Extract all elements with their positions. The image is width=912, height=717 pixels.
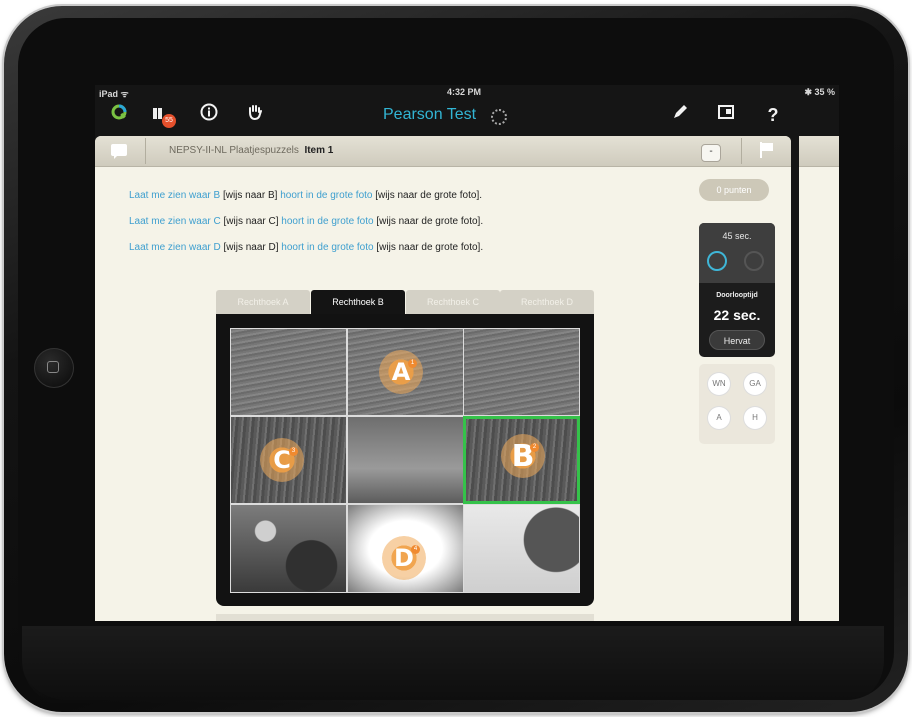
home-button[interactable]	[34, 348, 74, 388]
puzzle-tile[interactable]	[230, 328, 347, 416]
tab-rechthoek-d[interactable]: Rechthoek D	[500, 290, 594, 314]
timer-widget: 45 sec. Doorlooptijd 22 sec. Hervat	[699, 223, 775, 357]
response-shortcuts: WN GA A H	[699, 364, 775, 444]
test-name: NEPSY-II-NL Plaatjespuzzels	[169, 145, 299, 156]
test-panel: NEPSY-II-NL Plaatjespuzzels Item 1 - Laa…	[95, 136, 791, 621]
side-panel-header	[799, 136, 839, 167]
instruction-line: Laat me zien waar C [wijs naar C] hoort …	[129, 216, 484, 227]
pencil-icon[interactable]	[669, 103, 691, 127]
panel-header: NEPSY-II-NL Plaatjespuzzels Item 1 -	[95, 136, 791, 167]
breadcrumb: NEPSY-II-NL Plaatjespuzzels Item 1	[169, 145, 333, 156]
stopwatch-disabled-icon[interactable]	[744, 251, 764, 271]
side-panel	[799, 136, 839, 621]
marker-a[interactable]: A 1	[379, 350, 423, 394]
marker-d[interactable]: D 4	[382, 536, 426, 580]
app-toolbar: 55 Pearson Test ?	[95, 99, 839, 133]
loading-spinner-icon	[491, 109, 507, 125]
instruction-line: Laat me zien waar D [wijs naar D] hoort …	[129, 242, 484, 253]
shortcut-ga-button[interactable]: GA	[744, 373, 766, 395]
stopwatch-icon[interactable]	[707, 251, 727, 271]
puzzle-image: A 1 C 3 B 2 D 4	[230, 328, 580, 593]
status-bar: iPad ᯤ 4:32 PM ✱ 35 %	[95, 85, 839, 99]
marker-b[interactable]: B 2	[501, 434, 545, 478]
tab-rechthoek-c[interactable]: Rechthoek C	[406, 290, 500, 314]
notification-badge: 55	[162, 114, 176, 128]
device-reflection	[22, 626, 884, 706]
shortcut-wn-button[interactable]: WN	[708, 373, 730, 395]
instruction-line: Laat me zien waar B [wijs naar B] hoort …	[129, 190, 483, 201]
puzzle-tile[interactable]	[230, 504, 347, 593]
score-button[interactable]: 0 punten	[699, 179, 769, 201]
shortcut-a-button[interactable]: A	[708, 407, 730, 429]
clock: 4:32 PM	[447, 87, 482, 97]
item-name: Item 1	[304, 145, 334, 156]
q-logo-icon[interactable]	[109, 103, 129, 127]
timer-controls: 45 sec.	[699, 223, 775, 283]
shortcut-h-button[interactable]: H	[744, 407, 766, 429]
battery-indicator: ✱ 35 %	[804, 87, 835, 97]
puzzle-tile[interactable]	[347, 416, 464, 504]
comment-icon[interactable]	[111, 144, 127, 159]
puzzle-tile[interactable]	[463, 504, 580, 593]
puzzle-board: A 1 C 3 B 2 D 4	[216, 314, 594, 606]
resume-button[interactable]: Hervat	[709, 330, 765, 350]
tab-rechthoek-a[interactable]: Rechthoek A	[216, 290, 310, 314]
tab-rechthoek-b[interactable]: Rechthoek B	[311, 290, 405, 314]
duration-label: Doorlooptijd	[716, 292, 758, 299]
marker-c[interactable]: C 3	[260, 438, 304, 482]
puzzle-tile[interactable]	[463, 328, 580, 416]
hand-icon[interactable]	[243, 103, 267, 127]
collapse-button[interactable]: -	[701, 144, 721, 162]
help-icon[interactable]: ?	[763, 103, 783, 127]
screen: iPad ᯤ 4:32 PM ✱ 35 % 55 Pearson Test ?	[95, 85, 839, 621]
divider	[145, 138, 146, 164]
time-limit: 45 sec.	[722, 231, 752, 241]
duration-value: 22 sec.	[713, 307, 761, 323]
layout-icon[interactable]	[715, 103, 737, 127]
next-item-strip	[216, 614, 594, 621]
flag-icon[interactable]	[760, 142, 773, 158]
app-title: Pearson Test	[383, 106, 477, 123]
info-icon[interactable]	[197, 103, 221, 127]
divider	[741, 138, 742, 164]
